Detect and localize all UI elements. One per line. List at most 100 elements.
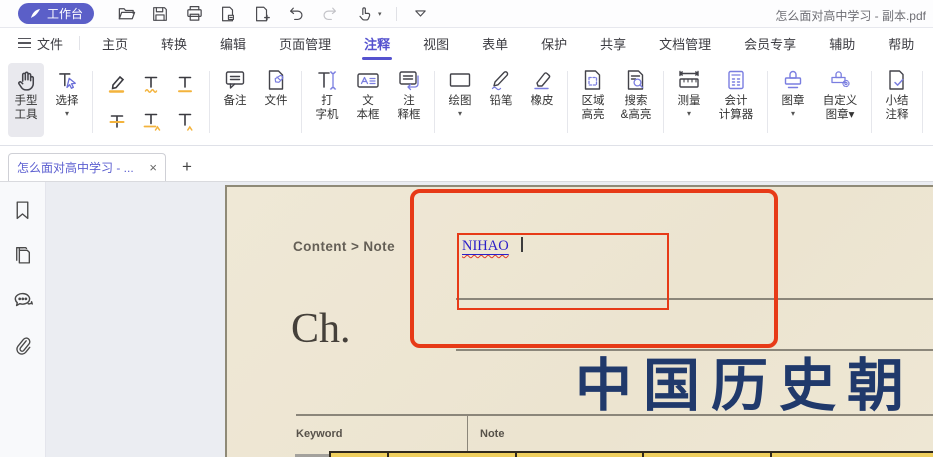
tab-title: 怎么面对高中学习 - ... [17, 159, 143, 176]
stamp-button[interactable]: 图章 ▾ [775, 63, 811, 118]
search-highlight-label: 搜索 &高亮 [621, 94, 652, 122]
ribbon-divider [922, 71, 923, 133]
typewriter-label: 打 字机 [316, 94, 339, 122]
table-cell [644, 453, 772, 457]
textbox-label: 文 本框 [357, 94, 380, 122]
measure-label: 测量 [678, 94, 701, 108]
strikeout-icon[interactable] [100, 103, 134, 138]
draw-caret: ▾ [458, 109, 462, 118]
pdf-page[interactable]: Content > Note Ch. NIHAO 中国历史朝 Keyword N… [225, 185, 933, 457]
search-highlight-icon [624, 66, 648, 94]
red-annotation-rectangle[interactable] [410, 189, 778, 348]
pencil-button[interactable]: 铅笔 [483, 63, 519, 108]
page-heading: 中国历史朝 [575, 340, 915, 422]
attachment-icon[interactable] [11, 333, 35, 357]
redo-icon[interactable] [320, 4, 340, 24]
textbox-icon [355, 66, 381, 94]
note-tool-button[interactable]: 备注 [217, 63, 253, 108]
menu-share[interactable]: 共享 [600, 27, 626, 60]
area-highlight-button[interactable]: 区域 高亮 [575, 63, 611, 122]
document-tab-bar: 怎么面对高中学习 - ... × + [0, 146, 933, 182]
document-canvas[interactable]: Content > Note Ch. NIHAO 中国历史朝 Keyword N… [46, 182, 933, 457]
table-header-note: Note [480, 428, 504, 440]
open-folder-icon[interactable] [116, 4, 136, 24]
document-tab[interactable]: 怎么面对高中学习 - ... × [8, 153, 166, 181]
textbox-button[interactable]: 文 本框 [350, 63, 386, 122]
callout-button[interactable]: 注 释框 [391, 63, 427, 122]
menu-page-manage[interactable]: 页面管理 [279, 27, 331, 60]
hand-tool-label: 手型 工具 [15, 94, 38, 122]
menu-convert[interactable]: 转换 [161, 27, 187, 60]
pencil-icon [488, 66, 514, 94]
calculator-icon [724, 66, 748, 94]
calculator-button[interactable]: 会计 计算器 [712, 63, 760, 122]
underline-icon[interactable] [168, 66, 202, 101]
save-icon[interactable] [150, 4, 170, 24]
gesture-icon[interactable] [354, 4, 374, 24]
menu-assist[interactable]: 辅助 [829, 27, 855, 60]
titlebar-divider [396, 7, 397, 21]
replace-text-icon[interactable] [134, 103, 168, 138]
select-tool-button[interactable]: 选择 ▾ [49, 63, 85, 118]
typewriter-button[interactable]: 打 字机 [309, 63, 345, 122]
menu-edit[interactable]: 编辑 [220, 27, 246, 60]
ribbon-toolbar: 手型 工具 选择 ▾ 备注 文件 [0, 58, 933, 146]
measure-icon [676, 66, 702, 94]
file-attach-button[interactable]: 文件 [258, 63, 294, 108]
measure-caret: ▾ [687, 109, 691, 118]
menu-home[interactable]: 主页 [102, 27, 128, 60]
hamburger-icon [18, 38, 31, 49]
pages-icon[interactable] [11, 243, 35, 267]
menu-help[interactable]: 帮助 [888, 27, 914, 60]
eraser-button[interactable]: 橡皮 [524, 63, 560, 108]
bookmark-icon[interactable] [11, 198, 35, 222]
table-column-divider [467, 414, 468, 452]
highlighter-icon[interactable] [100, 66, 134, 101]
menu-comment[interactable]: 注释 [364, 27, 390, 60]
ribbon-divider [871, 71, 872, 133]
new-tab-button[interactable]: + [182, 157, 192, 177]
ribbon-divider [434, 71, 435, 133]
typewriter-icon [315, 66, 339, 94]
measure-button[interactable]: 测量 ▾ [671, 63, 707, 118]
print-icon[interactable] [184, 4, 204, 24]
select-caret: ▾ [65, 109, 69, 118]
squiggly-underline-icon[interactable] [134, 66, 168, 101]
custom-stamp-button[interactable]: 自定义 图章▾ [816, 63, 864, 122]
export-page-icon[interactable] [218, 4, 238, 24]
menu-bar: 文件 主页 转换 编辑 页面管理 注释 视图 表单 保护 共享 文档管理 会员专… [0, 28, 933, 58]
custom-stamp-label: 自定义 图章▾ [823, 94, 858, 122]
menu-form[interactable]: 表单 [482, 27, 508, 60]
eraser-icon [529, 66, 555, 94]
table-cell [517, 453, 644, 457]
ribbon-divider [92, 71, 93, 133]
callout-label: 注 释框 [398, 94, 421, 122]
menu-member[interactable]: 会员专享 [744, 27, 796, 60]
menu-protect[interactable]: 保护 [541, 27, 567, 60]
menu-doc-manage[interactable]: 文档管理 [659, 27, 711, 60]
workbench-button[interactable]: 工作台 [18, 3, 94, 24]
search-highlight-button[interactable]: 搜索 &高亮 [616, 63, 656, 122]
highlighted-table-row [329, 451, 933, 457]
insert-text-icon[interactable] [168, 103, 202, 138]
note-comment-icon [223, 66, 247, 94]
tab-close-icon[interactable]: × [149, 160, 157, 175]
chevron-down-icon[interactable] [411, 4, 431, 24]
comments-icon[interactable] [11, 288, 35, 312]
menu-view[interactable]: 视图 [423, 27, 449, 60]
ribbon-divider [301, 71, 302, 133]
add-page-icon[interactable] [252, 4, 272, 24]
draw-button[interactable]: 绘图 ▾ [442, 63, 478, 118]
summary-comments-button[interactable]: 小结 注释 [879, 63, 915, 122]
quill-icon [29, 7, 42, 20]
menu-divider [79, 36, 80, 50]
undo-icon[interactable] [286, 4, 306, 24]
gesture-caret[interactable]: ▾ [378, 10, 382, 18]
summary-comments-label: 小结 注释 [886, 94, 909, 122]
pencil-label: 铅笔 [490, 94, 513, 108]
area-highlight-icon [581, 66, 605, 94]
hand-tool-button[interactable]: 手型 工具 [8, 63, 44, 137]
menu-file[interactable]: 文件 [18, 34, 63, 53]
workbench-label: 工作台 [47, 5, 83, 22]
table-gray-cell [295, 454, 329, 457]
